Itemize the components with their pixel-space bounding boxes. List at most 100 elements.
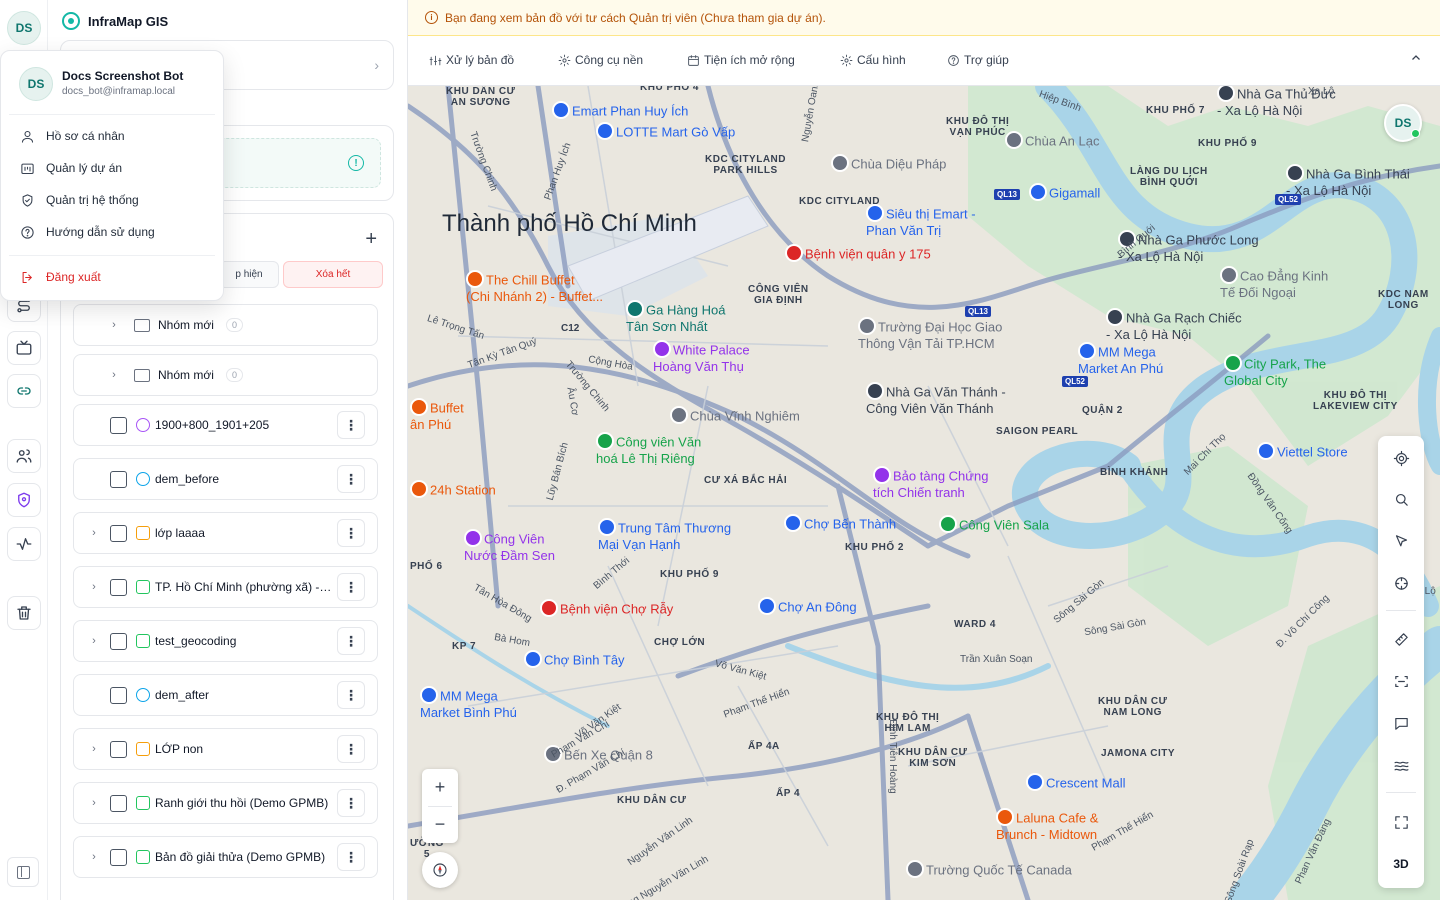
poi-label[interactable]: Chùa Vĩnh Nghiêm (670, 406, 800, 426)
poi-label[interactable]: Emart Phan Huy Ích (552, 101, 688, 121)
poi-label[interactable]: Chùa Diệu Pháp (831, 154, 946, 174)
poi-label[interactable]: Ga Hàng Hoá Tân Sơn Nhất (626, 300, 726, 334)
compass-button[interactable] (422, 852, 458, 888)
rail-link-button[interactable] (7, 374, 41, 408)
menu-item-projects[interactable]: Quản lý dự án (9, 154, 215, 182)
poi-marker-icon[interactable] (626, 300, 644, 318)
layer-checkbox[interactable] (110, 686, 127, 704)
measure-button[interactable] (1390, 628, 1412, 650)
poi-marker-icon[interactable] (1217, 86, 1235, 102)
more-options-button[interactable]: ⋮ (337, 843, 365, 871)
poi-marker-icon[interactable] (598, 518, 616, 536)
toolbar-extensions[interactable]: Tiện ích mở rộng (687, 53, 795, 67)
poi-label[interactable]: Chợ Bình Tây (524, 650, 625, 670)
poi-marker-icon[interactable] (420, 686, 438, 704)
poi-label[interactable]: Công viên Văn hoá Lê Thị Riêng (596, 432, 701, 466)
layer-group-row[interactable]: › Nhóm mới 0 (73, 354, 378, 396)
poi-marker-icon[interactable] (596, 122, 614, 140)
poi-marker-icon[interactable] (1106, 308, 1124, 326)
toolbar-help[interactable]: Trợ giúp (947, 53, 1009, 67)
layer-checkbox[interactable] (110, 848, 127, 866)
poi-label[interactable]: Bệnh viện quân y 175 (785, 244, 931, 264)
rail-trash-button[interactable] (7, 596, 41, 630)
layer-row[interactable]: › TP. Hồ Chí Minh (phường xã) - Demo ⋮ (73, 566, 378, 608)
rail-activity-button[interactable] (7, 527, 41, 561)
chevron-right-icon[interactable]: › (108, 319, 120, 331)
poi-label[interactable]: Laluna Cafe & Brunch - Midtown (996, 808, 1098, 842)
poi-label[interactable]: Nhà Ga Bình Thái - Xa Lộ Hà Nội (1286, 164, 1410, 198)
poi-label[interactable]: Buffet ân Phú (410, 398, 464, 432)
poi-marker-icon[interactable] (466, 270, 484, 288)
zoom-in-button[interactable]: + (422, 769, 458, 806)
search-map-button[interactable] (1390, 488, 1412, 510)
layer-row[interactable]: dem_before ⋮ (73, 458, 378, 500)
layer-checkbox[interactable] (110, 416, 127, 434)
poi-marker-icon[interactable] (831, 154, 849, 172)
poi-marker-icon[interactable] (540, 599, 558, 617)
poi-marker-icon[interactable] (653, 340, 671, 358)
poi-label[interactable]: Gigamall (1029, 183, 1100, 203)
info-icon[interactable]: ! (348, 155, 364, 171)
more-options-button[interactable]: ⋮ (337, 627, 365, 655)
chevron-right-icon[interactable]: › (88, 635, 100, 647)
toolbar-config[interactable]: Cấu hình (840, 53, 906, 67)
3d-toggle-button[interactable]: 3D (1390, 853, 1412, 875)
more-options-button[interactable]: ⋮ (337, 573, 365, 601)
poi-label[interactable]: Công Viên Nước Đầm Sen (464, 529, 555, 563)
poi-marker-icon[interactable] (866, 382, 884, 400)
poi-marker-icon[interactable] (866, 204, 884, 222)
chevron-right-icon[interactable]: › (108, 369, 120, 381)
chevron-right-icon[interactable]: › (88, 743, 100, 755)
poi-label[interactable]: Chùa An Lạc (1005, 131, 1099, 151)
poi-label[interactable]: Siêu thị Emart - Phan Văn Trị (866, 204, 976, 238)
poi-label[interactable]: MM Mega Market Bình Phú (420, 686, 517, 720)
layer-checkbox[interactable] (110, 470, 127, 488)
chevron-up-icon[interactable] (1410, 52, 1422, 64)
poi-label[interactable]: Viettel Store (1257, 442, 1348, 462)
chevron-right-icon[interactable]: › (88, 851, 100, 863)
comment-button[interactable] (1390, 712, 1412, 734)
poi-marker-icon[interactable] (1220, 266, 1238, 284)
layer-row[interactable]: 1900+800_1901+205 ⋮ (73, 404, 378, 446)
capture-button[interactable] (1390, 670, 1412, 692)
poi-label[interactable]: Trường Quốc Tế Canada (906, 860, 1072, 880)
more-options-button[interactable]: ⋮ (337, 519, 365, 547)
more-options-button[interactable]: ⋮ (337, 789, 365, 817)
poi-label[interactable]: 24h Station (410, 480, 496, 500)
more-options-button[interactable]: ⋮ (337, 681, 365, 709)
poi-marker-icon[interactable] (1286, 164, 1304, 182)
logout-button[interactable]: Đăng xuất (9, 263, 215, 291)
menu-item-admin[interactable]: Quản trị hệ thống (9, 186, 215, 214)
poi-label[interactable]: The Chill Buffet (Chi Nhánh 2) - Buffet.… (466, 270, 603, 304)
menu-item-profile[interactable]: Hồ sơ cá nhân (9, 122, 215, 150)
rail-media-button[interactable] (7, 331, 41, 365)
poi-marker-icon[interactable] (410, 480, 428, 498)
map-canvas[interactable]: Thành phố Hồ Chí Minh KHU DÂN CƯ AN SƯƠN… (408, 86, 1440, 900)
crosshair-button[interactable] (1390, 572, 1412, 594)
more-options-button[interactable]: ⋮ (337, 465, 365, 493)
poi-marker-icon[interactable] (873, 466, 891, 484)
clear-all-button[interactable]: Xóa hết (283, 261, 383, 288)
poi-label[interactable]: City Park, The Global City (1224, 354, 1326, 388)
poi-marker-icon[interactable] (784, 514, 802, 532)
user-avatar[interactable]: DS (7, 11, 41, 45)
locate-button[interactable] (1390, 447, 1412, 469)
add-layer-button[interactable]: + (365, 228, 377, 251)
poi-marker-icon[interactable] (596, 432, 614, 450)
poi-label[interactable]: Trung Tâm Thương Mại Vạn Hạnh (598, 518, 731, 552)
layer-row[interactable]: › lớp laaaa ⋮ (73, 512, 378, 554)
poi-marker-icon[interactable] (1224, 354, 1242, 372)
poi-label[interactable]: White Palace Hoàng Văn Thụ (653, 340, 750, 374)
fullscreen-button[interactable] (1390, 811, 1412, 833)
poi-marker-icon[interactable] (1005, 131, 1023, 149)
layer-row[interactable]: › LỚP non ⋮ (73, 728, 378, 770)
rail-users-button[interactable] (7, 439, 41, 473)
poi-marker-icon[interactable] (552, 101, 570, 119)
layer-row[interactable]: › test_geocoding ⋮ (73, 620, 378, 662)
poi-label[interactable]: Nhà Ga Văn Thánh - Công Viên Văn Thánh (866, 382, 1006, 416)
poi-label[interactable]: Nhà Ga Rạch Chiếc - Xa Lộ Hà Nội (1106, 308, 1242, 342)
poi-marker-icon[interactable] (758, 597, 776, 615)
poi-label[interactable]: LOTTE Mart Gò Vấp (596, 122, 735, 142)
more-options-button[interactable]: ⋮ (337, 735, 365, 763)
poi-marker-icon[interactable] (1029, 183, 1047, 201)
